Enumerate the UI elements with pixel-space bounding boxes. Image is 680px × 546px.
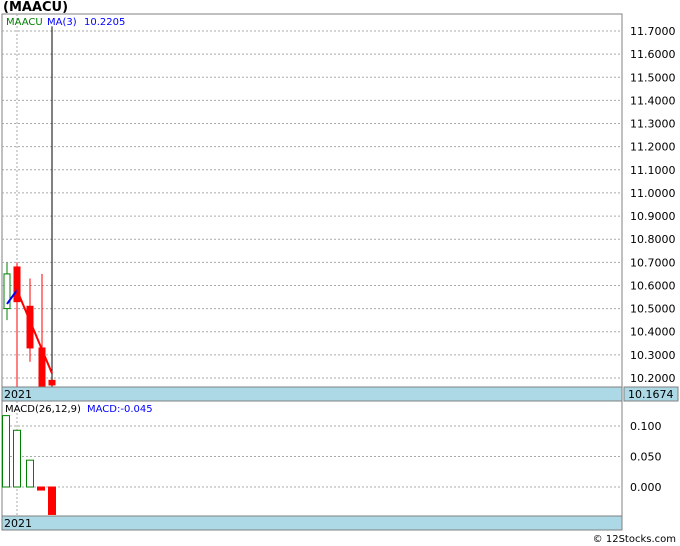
price-tick-label: 10.5000 bbox=[630, 303, 676, 316]
price-tick-label: 11.3000 bbox=[630, 118, 676, 131]
ma-value-legend: 10.2205 bbox=[84, 17, 125, 28]
price-tick-label: 11.1000 bbox=[630, 164, 676, 177]
price-tick-label: 11.6000 bbox=[630, 48, 676, 61]
macd-tick-label: 0.100 bbox=[630, 420, 662, 433]
macd-axis-ticks: 0.100 0.050 0.000 bbox=[630, 420, 662, 494]
price-tick-label: 10.7000 bbox=[630, 256, 676, 269]
macd-tick-label: 0.050 bbox=[630, 451, 662, 464]
macd-bar bbox=[26, 459, 34, 488]
price-panel-frame bbox=[1, 13, 623, 388]
price-tick-label: 10.2000 bbox=[630, 372, 676, 385]
price-tick-label: 10.6000 bbox=[630, 279, 676, 292]
symbol-legend: MAACU bbox=[6, 17, 43, 28]
macd-value-legend: MACD:-0.045 bbox=[87, 404, 153, 415]
macd-year-label: 2021 bbox=[4, 517, 32, 530]
chart-canvas: 11.7000 11.6000 11.5000 11.4000 11.3000 11.20… bbox=[1, 13, 679, 531]
price-year-label: 2021 bbox=[4, 388, 32, 401]
macd-date-band bbox=[1, 515, 623, 531]
macd-bar bbox=[2, 415, 10, 488]
price-axis-ticks: 11.7000 11.6000 11.5000 11.4000 11.3000 11.20… bbox=[630, 25, 676, 385]
price-tick-label: 10.9000 bbox=[630, 210, 676, 223]
candle-body bbox=[48, 379, 56, 386]
macd-panel-frame bbox=[1, 400, 623, 517]
footer-credit: © 12Stocks.com bbox=[592, 534, 676, 545]
price-tick-label: 10.3000 bbox=[630, 349, 676, 362]
price-tick-label: 11.7000 bbox=[630, 25, 676, 38]
last-price-label: 10.1674 bbox=[628, 388, 674, 401]
price-tick-label: 11.5000 bbox=[630, 71, 676, 84]
price-tick-label: 10.4000 bbox=[630, 326, 676, 339]
price-tick-label: 11.2000 bbox=[630, 141, 676, 154]
macd-tick-label: 0.000 bbox=[630, 481, 662, 494]
price-tick-label: 11.0000 bbox=[630, 187, 676, 200]
macd-bar bbox=[37, 486, 45, 491]
price-tick-label: 11.4000 bbox=[630, 94, 676, 107]
price-tick-label: 10.8000 bbox=[630, 233, 676, 246]
macd-bar bbox=[48, 486, 56, 515]
macd-bar bbox=[13, 429, 21, 488]
ma-legend: MA(3) bbox=[47, 17, 77, 28]
macd-legend: MACD(26,12,9) bbox=[5, 404, 81, 415]
price-date-band bbox=[1, 386, 623, 402]
